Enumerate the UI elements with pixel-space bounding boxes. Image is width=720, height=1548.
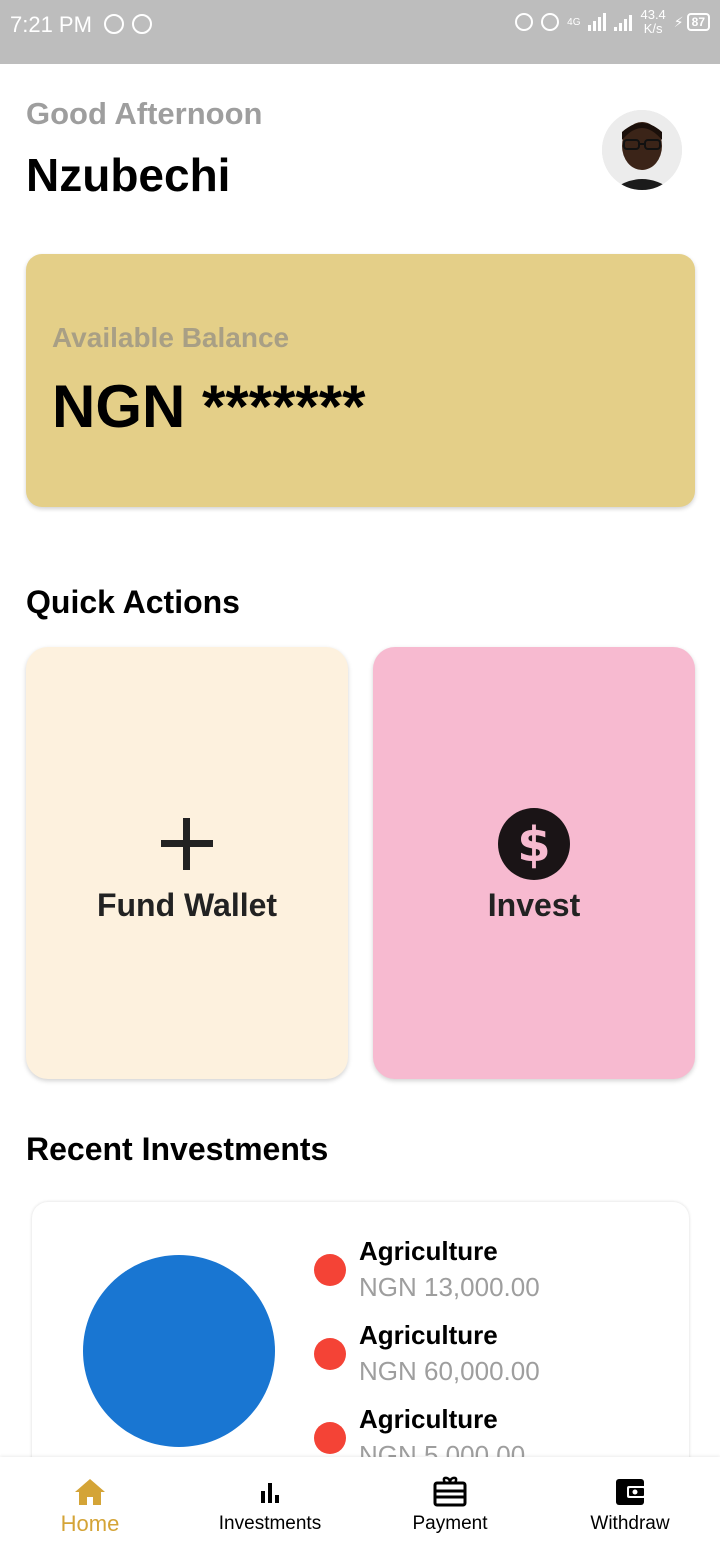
investment-amount: NGN 13,000.00: [359, 1272, 540, 1302]
greeting-text: Good Afternoon: [26, 96, 263, 131]
network-speed: 43.4 K/s: [640, 7, 666, 36]
quick-actions-title: Quick Actions: [26, 584, 240, 620]
plus-icon: [161, 818, 213, 870]
legend-dot: [314, 1422, 346, 1454]
balance-value: NGN *******: [52, 373, 366, 440]
whatsapp-icon: [104, 14, 124, 34]
invest-label: Invest: [487, 887, 581, 923]
balance-label: Available Balance: [52, 322, 290, 353]
status-bar: 7:21 PM 4G 43.4 K/s ⚡ 87: [0, 0, 720, 64]
nav-item-home[interactable]: Home: [0, 1457, 180, 1548]
nav-label-payment: Payment: [412, 1513, 488, 1534]
nav-item-payment[interactable]: Payment: [360, 1457, 540, 1548]
invest-button[interactable]: $ Invest: [373, 647, 695, 1079]
signal-2-icon: [614, 13, 633, 31]
network-type: 4G: [567, 16, 581, 28]
wallet-icon: [616, 1479, 646, 1505]
nav-label-withdraw: Withdraw: [590, 1513, 670, 1534]
avatar[interactable]: [602, 110, 682, 190]
dollar-circle-icon: $: [498, 808, 570, 880]
fund-wallet-label: Fund Wallet: [96, 887, 278, 923]
status-time: 7:21 PM: [10, 12, 92, 37]
hotspot-status-icon: [541, 13, 560, 31]
nav-label-investments: Investments: [218, 1513, 322, 1534]
recent-investments-title: Recent Investments: [26, 1131, 329, 1167]
nav-label-home: Home: [60, 1511, 120, 1536]
gift-card-icon: [433, 1476, 467, 1507]
home-icon: [75, 1479, 105, 1505]
investment-name: Agriculture: [359, 1404, 498, 1434]
legend-dot: [314, 1338, 346, 1370]
investment-amount: NGN 60,000.00: [359, 1356, 540, 1386]
battery-level: 87: [686, 13, 710, 31]
bottom-nav: Home Investments Payment Withdraw: [0, 1457, 720, 1548]
signal-icon: [588, 13, 607, 31]
battery-indicator: ⚡ 87: [674, 13, 710, 31]
charging-icon: ⚡: [673, 13, 684, 30]
investments-pie-chart: [83, 1255, 275, 1447]
bar-chart-icon: [261, 1483, 279, 1503]
hotspot-icon: [132, 14, 152, 34]
pie-slice: [83, 1255, 275, 1447]
nav-item-withdraw[interactable]: Withdraw: [540, 1457, 720, 1548]
svg-text:$: $: [517, 817, 550, 873]
alarm-icon: [515, 13, 534, 31]
investment-name: Agriculture: [359, 1320, 498, 1350]
fund-wallet-button[interactable]: Fund Wallet: [26, 647, 348, 1079]
nav-item-investments[interactable]: Investments: [180, 1457, 360, 1548]
legend-dot: [314, 1254, 346, 1286]
user-name: Nzubechi: [26, 149, 231, 201]
investment-name: Agriculture: [359, 1236, 498, 1266]
balance-card[interactable]: Available Balance NGN *******: [26, 254, 695, 507]
